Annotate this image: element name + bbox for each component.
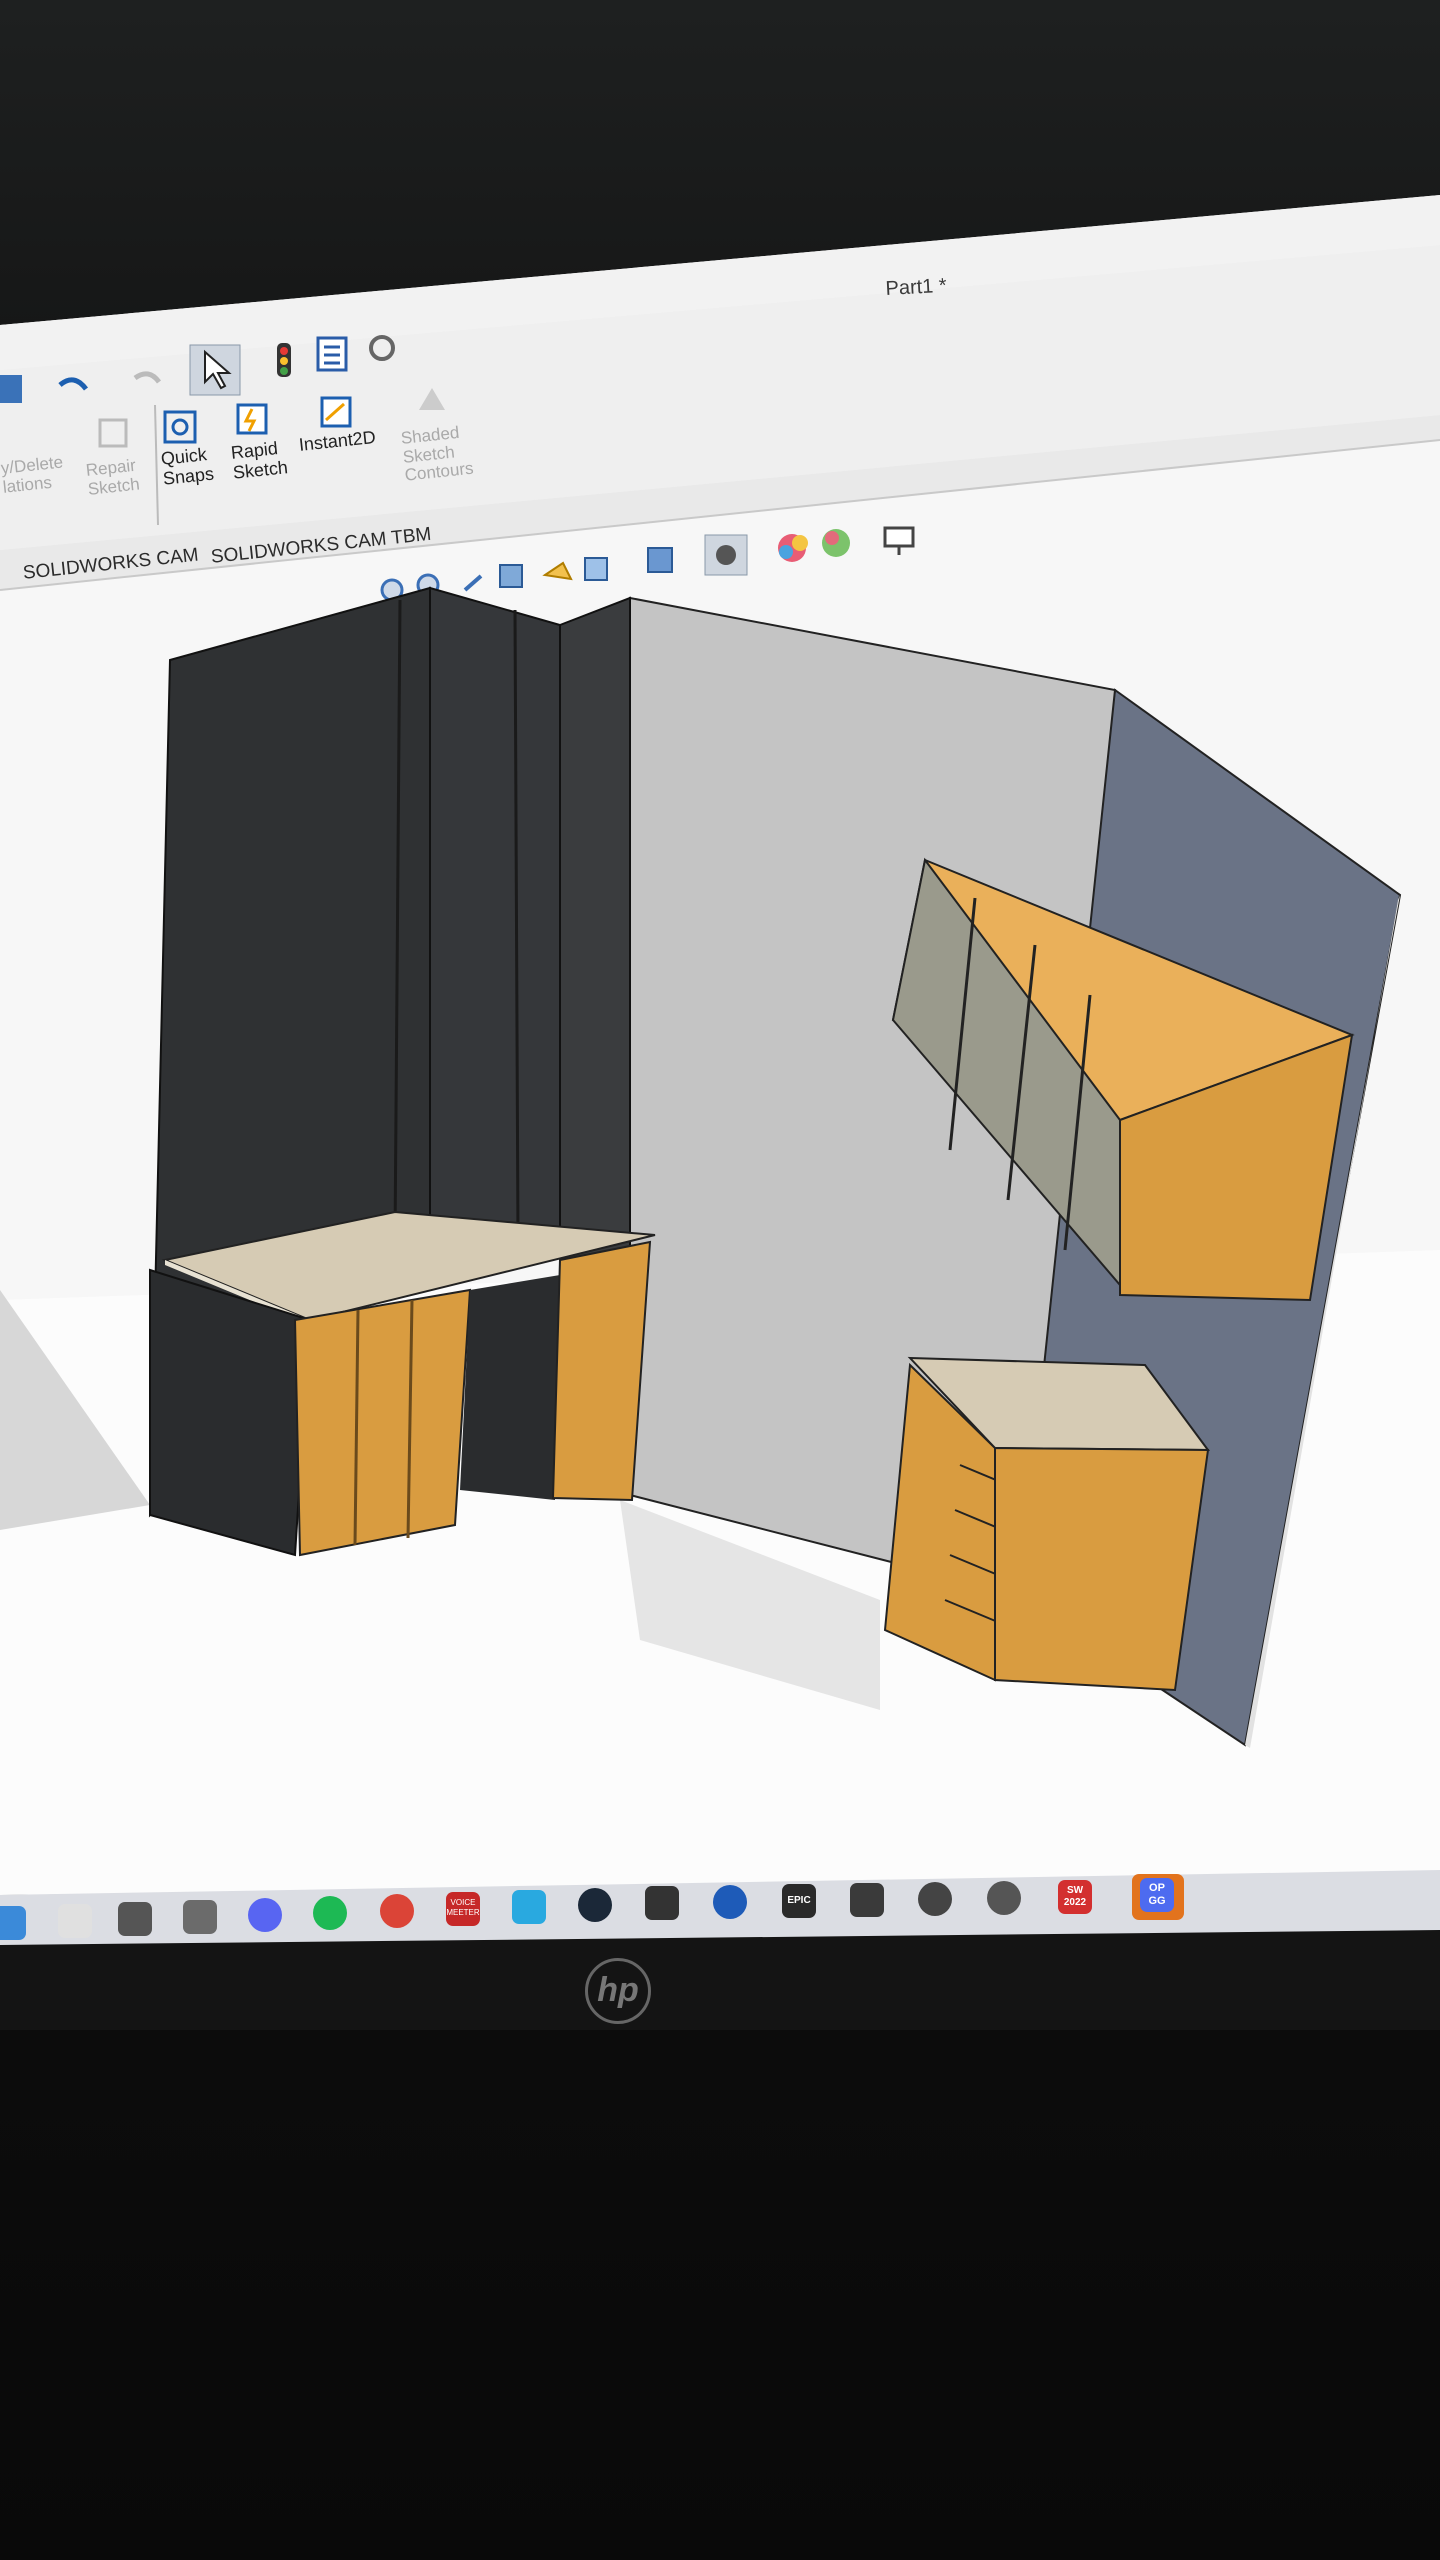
- rapid-sketch-button[interactable]: Rapid Sketch: [230, 438, 289, 483]
- chrome-icon[interactable]: [380, 1894, 414, 1928]
- calculator-icon[interactable]: [118, 1902, 152, 1936]
- save-icon[interactable]: [0, 375, 22, 403]
- app-round-blue-icon[interactable]: [713, 1885, 747, 1919]
- app-w-icon[interactable]: [918, 1882, 952, 1916]
- quick-snaps-button[interactable]: Quick Snaps: [160, 444, 215, 490]
- hp-logo: hp: [585, 1958, 651, 2024]
- app-webcam-icon[interactable]: [987, 1881, 1021, 1915]
- app-dark-icon[interactable]: [850, 1883, 884, 1917]
- dark-wall-corner: [429, 586, 561, 1241]
- desk-drawer-fronts: [293, 1288, 472, 1557]
- voice-meeter-icon[interactable]: VOICE MEETER: [446, 1892, 480, 1926]
- display-monitor-icon[interactable]: [883, 526, 915, 548]
- spotify-icon[interactable]: [313, 1896, 347, 1930]
- screen-scene: [0, 195, 1440, 1945]
- view-orientation-icon[interactable]: [584, 557, 608, 581]
- desk-right-pedestal: [551, 1240, 652, 1502]
- repair-sketch-button[interactable]: Repair Sketch: [85, 456, 141, 500]
- solidworks-window: Part1 * y/Delete lations Repair Sketch Q…: [0, 0, 1440, 1945]
- windows-taskbar: VOICE MEETER EPIC SW 2022 OP GG: [0, 1874, 1440, 1952]
- lower-cabinet-side: [994, 1446, 1210, 1692]
- start-icon[interactable]: [0, 1906, 26, 1940]
- shaded-sketch-contours-button[interactable]: Shaded Sketch Contours: [400, 423, 474, 486]
- minecraft-icon[interactable]: [183, 1900, 217, 1934]
- display-delete-relations-button[interactable]: y/Delete lations: [0, 452, 66, 497]
- app-blue-icon[interactable]: [512, 1890, 546, 1924]
- discord-icon[interactable]: [248, 1898, 282, 1932]
- window-title: Part1 *: [885, 274, 948, 300]
- op-gg-icon[interactable]: OP GG: [1140, 1878, 1174, 1912]
- epic-games-icon[interactable]: EPIC: [782, 1884, 816, 1918]
- display-style-icon[interactable]: [647, 547, 673, 573]
- steam-icon[interactable]: [578, 1888, 612, 1922]
- app-a-icon[interactable]: [645, 1886, 679, 1920]
- solidworks-2022-icon[interactable]: SW 2022: [1058, 1880, 1092, 1914]
- file-explorer-icon[interactable]: [58, 1904, 92, 1938]
- desk-surface: [0, 2030, 1440, 2560]
- section-view-icon[interactable]: [499, 564, 523, 588]
